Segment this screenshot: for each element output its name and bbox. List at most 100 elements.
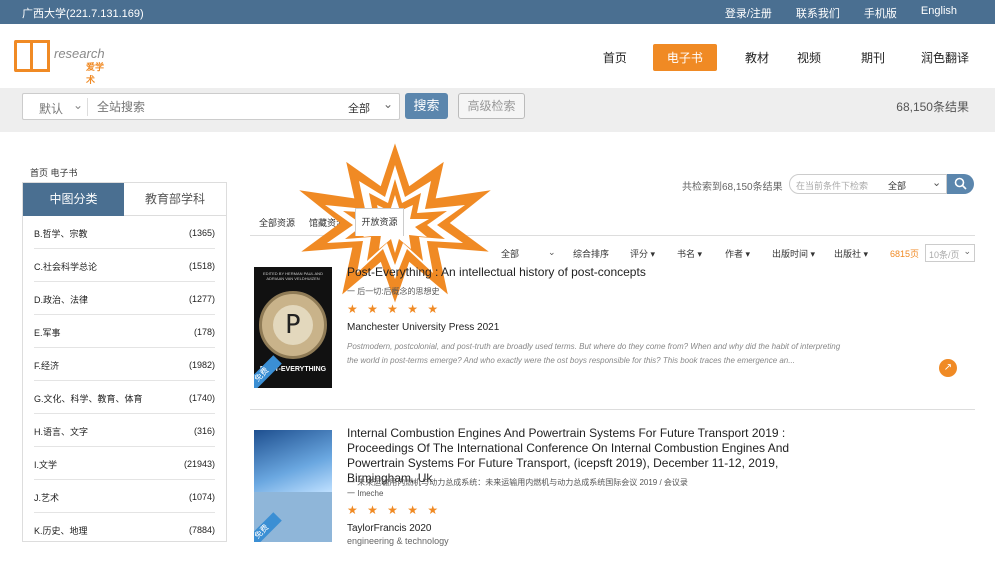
category-count: (1740)	[188, 393, 215, 403]
category-label: J.艺术	[34, 492, 60, 503]
result-subtitle: 一 未来运输用内燃机与动力总成系统：未来运输用内燃机与动力总成系统国际会议 20…	[347, 478, 688, 487]
search-scope-select[interactable]: 默认	[39, 100, 63, 117]
sidebar-item[interactable]: F.经济 (1982)	[34, 348, 215, 381]
category-label: K.历史、地理	[34, 525, 88, 536]
sort-scope-select[interactable]: 全部	[501, 247, 519, 260]
category-count: (21943)	[183, 459, 215, 469]
category-sidebar: 中图分类 教育部学科 B.哲学、宗教 (1365) C.社会科学总论 (1518) …	[22, 182, 227, 542]
breadcrumb[interactable]: 首页 电子书	[30, 166, 78, 179]
sidebar-item[interactable]: J.艺术 (1074)	[34, 480, 215, 513]
sidebar-item[interactable]: G.文化、科学、教育、体育 (1740)	[34, 381, 215, 414]
sort-pub-date[interactable]: 出版时间 ▾	[772, 247, 815, 260]
sort-title[interactable]: 书名 ▾	[677, 247, 702, 260]
category-count: (178)	[193, 327, 215, 337]
search-box: 默认 ⌄ 全部 ⌄	[22, 93, 400, 120]
tab-all-resources[interactable]: 全部资源	[259, 216, 295, 229]
category-count: (7884)	[188, 525, 215, 535]
category-count: (1277)	[188, 294, 215, 304]
sort-relevance[interactable]: 综合排序	[573, 247, 609, 260]
filter-input[interactable]: 在当前条件下检索	[796, 179, 868, 192]
category-count: (316)	[193, 426, 215, 436]
result-subject-tag: engineering & technology	[347, 536, 449, 546]
cover-image	[254, 430, 332, 492]
cover-letter: P	[273, 305, 313, 345]
chevron-down-icon: ⌄	[963, 246, 971, 256]
top-links: 登录/注册 联系我们 手机版 English	[701, 5, 957, 21]
result-author: 一 Imeche	[347, 489, 384, 498]
result-publisher: Manchester University Press 2021	[347, 322, 500, 333]
filter-field-select[interactable]: 全部	[888, 179, 906, 192]
result-title[interactable]: Post-Everything : An intellectual histor…	[347, 265, 847, 280]
per-page-label: 10条/页	[929, 250, 960, 260]
nav-polish-translate[interactable]: 润色翻译	[921, 49, 969, 66]
category-label: E.军事	[34, 327, 61, 338]
top-bar: 广西大学(221.7.131.169) 登录/注册 联系我们 手机版 Engli…	[0, 0, 995, 24]
chevron-down-icon[interactable]: ⌄	[383, 97, 393, 111]
mobile-link[interactable]: 手机版	[864, 5, 897, 21]
nav-journals[interactable]: 期刊	[861, 49, 885, 66]
category-label: C.社会科学总论	[34, 261, 98, 272]
sidebar-item[interactable]: D.政治、法律 (1277)	[34, 282, 215, 315]
chevron-down-icon[interactable]: ⌄	[932, 176, 941, 189]
sort-author[interactable]: 作者 ▾	[725, 247, 750, 260]
contact-link[interactable]: 联系我们	[796, 5, 840, 21]
tab-open-resources-overlay[interactable]: 开放资源	[355, 208, 404, 236]
divider	[250, 409, 975, 410]
sort-bar: 全部 ⌄ 综合排序 评分 ▾ 书名 ▾ 作者 ▾ 出版时间 ▾ 出版社 ▾ 68…	[0, 246, 975, 260]
search-button[interactable]: 搜索	[405, 93, 448, 119]
sidebar-item[interactable]: E.军事 (178)	[34, 315, 215, 348]
institution-ip: 广西大学(221.7.131.169)	[22, 8, 144, 20]
logo-cn-text: 爱学术	[86, 62, 105, 85]
category-count: (1074)	[188, 492, 215, 502]
result-subtitle: 一 后一切:后概念的思想史	[347, 287, 440, 296]
category-label: F.经济	[34, 360, 60, 371]
results-count: 共检索到68,150条结果	[682, 182, 783, 193]
category-label: B.哲学、宗教	[34, 228, 88, 239]
chevron-down-icon[interactable]: ⌄	[73, 98, 83, 112]
per-page-select[interactable]: 10条/页 ⌄	[925, 244, 975, 262]
chevron-down-icon[interactable]: ⌄	[548, 247, 556, 258]
sidebar-item[interactable]: B.哲学、宗教 (1365)	[34, 216, 215, 249]
result-publisher: TaylorFrancis 2020	[347, 523, 432, 534]
sort-rating[interactable]: 评分 ▾	[630, 247, 655, 260]
category-count: (1365)	[188, 228, 215, 238]
sidebar-tabs: 中图分类 教育部学科	[23, 183, 226, 216]
category-label: G.文化、科学、教育、体育	[34, 393, 143, 404]
rating-stars: ★ ★ ★ ★ ★	[347, 302, 442, 316]
result-abstract: Postmodern, postcolonial, and post-truth…	[347, 342, 841, 365]
main-nav: 首页 电子书 教材 视频 期刊 润色翻译	[575, 44, 969, 71]
sidebar-item[interactable]: K.历史、地理 (7884)	[34, 513, 215, 541]
tab-clc[interactable]: 中图分类	[23, 183, 124, 216]
book-cover[interactable]: EDITED BY HERMAN PAUL AND ADRIAAN VAN VE…	[254, 267, 332, 388]
divider	[87, 98, 88, 116]
result-count: 68,150条结果	[896, 100, 969, 114]
sidebar-item[interactable]: H.语言、文字 (316)	[34, 414, 215, 447]
sidebar-item[interactable]: I.文学 (21943)	[34, 447, 215, 480]
site-logo[interactable]: research 爱学术	[14, 40, 109, 85]
tab-moe-subjects[interactable]: 教育部学科	[124, 183, 226, 216]
filter-box: 在当前条件下检索 全部 ⌄	[789, 174, 947, 194]
advanced-search-button[interactable]: 高级检索	[458, 93, 525, 119]
logo-book-page	[30, 40, 50, 72]
nav-video[interactable]: 视频	[797, 49, 821, 66]
page-count: 6815页	[890, 249, 920, 259]
category-count: (1982)	[188, 360, 215, 370]
external-link-icon[interactable]: ↗	[939, 359, 957, 377]
english-link[interactable]: English	[921, 5, 957, 21]
nav-home[interactable]: 首页	[603, 49, 627, 66]
book-cover[interactable]: 免费	[254, 430, 332, 542]
header: research 爱学术 首页 电子书 教材 视频 期刊 润色翻译	[0, 24, 995, 88]
rating-stars: ★ ★ ★ ★ ★	[347, 503, 442, 517]
search-field-select[interactable]: 全部	[348, 100, 370, 116]
nav-textbooks[interactable]: 教材	[745, 49, 769, 66]
logo-text: research	[54, 46, 105, 61]
sort-publisher[interactable]: 出版社 ▾	[834, 247, 868, 260]
category-label: I.文学	[34, 459, 58, 470]
filter-search-button[interactable]	[947, 174, 974, 194]
category-label: H.语言、文字	[34, 426, 89, 437]
nav-ebooks[interactable]: 电子书	[652, 44, 717, 71]
search-band: 默认 ⌄ 全部 ⌄ 搜索 高级检索 68,150条结果	[0, 88, 995, 132]
category-count: (1518)	[188, 261, 215, 271]
login-register-link[interactable]: 登录/注册	[725, 5, 772, 21]
search-input[interactable]	[97, 97, 337, 117]
